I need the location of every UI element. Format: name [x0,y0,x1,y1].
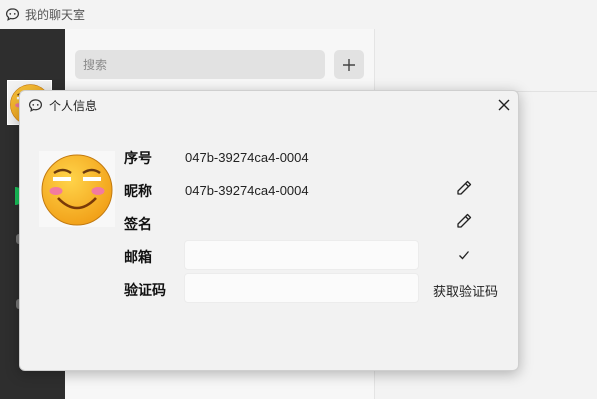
pencil-icon [457,180,472,195]
pencil-icon [457,213,472,228]
nickname-value: 047b-39274ca4-0004 [185,183,309,198]
confirm-email-button[interactable] [453,244,475,266]
nickname-label: 昵称 [124,183,152,199]
email-field[interactable] [184,240,419,270]
get-code-button[interactable]: 获取验证码 [433,281,498,300]
edit-signature-button[interactable] [453,210,475,232]
chat-bubble-icon [28,98,43,112]
chat-bubble-icon [5,8,20,21]
signature-label: 签名 [124,216,152,232]
verification-code-field[interactable] [184,273,419,303]
search-placeholder: 搜索 [83,58,108,72]
id-value: 047b-39274ca4-0004 [185,150,309,165]
add-button[interactable] [334,50,364,79]
id-label: 序号 [124,150,152,166]
close-button[interactable] [496,97,512,113]
window-title: 我的聊天室 [25,8,86,22]
email-label: 邮箱 [124,249,152,265]
edit-nickname-button[interactable] [453,177,475,199]
profile-dialog: 个人信息 序号 047b-39274ca4-0004 昵称 047b-39274… [19,90,519,371]
dialog-title: 个人信息 [49,98,98,113]
check-icon [459,251,469,260]
profile-avatar[interactable] [39,151,115,227]
search-input[interactable]: 搜索 [75,50,325,79]
close-icon [498,99,510,111]
plus-icon [343,58,355,71]
code-label: 验证码 [124,282,166,298]
window-titlebar: 我的聊天室 [0,0,597,29]
smiley-avatar-icon [41,154,113,226]
dialog-titlebar: 个人信息 [20,91,518,119]
